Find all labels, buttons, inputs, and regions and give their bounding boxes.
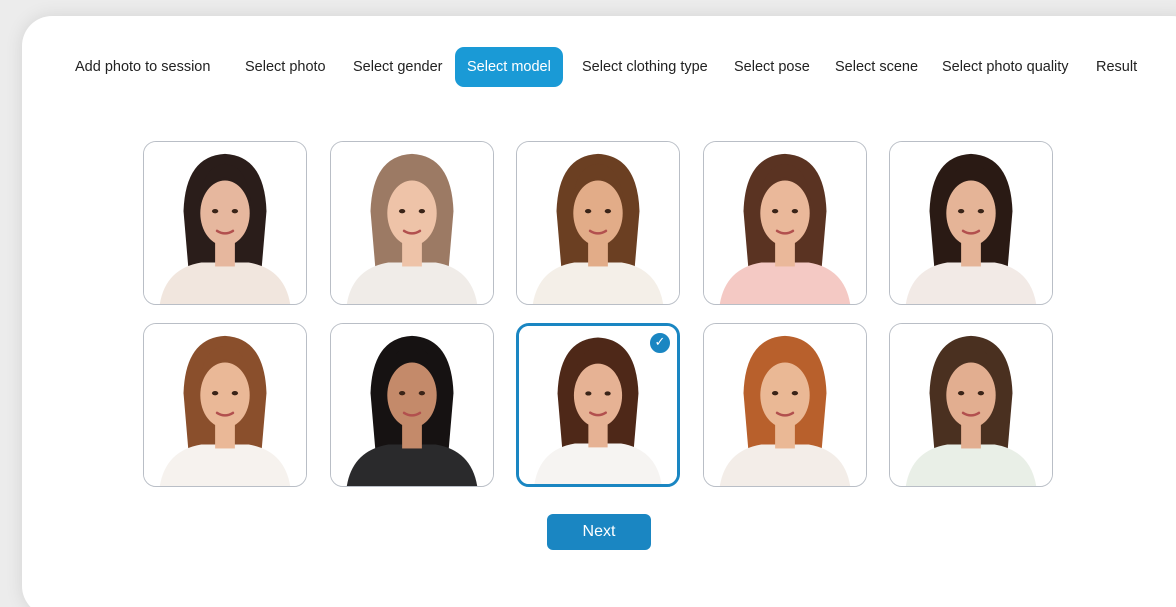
model-tile[interactable]: [703, 141, 867, 305]
step-select-photo[interactable]: Select photo: [245, 47, 326, 87]
selected-check-icon: ✓: [648, 331, 672, 355]
model-tile[interactable]: [143, 141, 307, 305]
model-tile[interactable]: [516, 141, 680, 305]
step-select-photo-quality[interactable]: Select photo quality: [942, 47, 1069, 87]
model-tile[interactable]: [889, 141, 1053, 305]
model-portrait: [331, 142, 493, 304]
step-add-photo-to-session[interactable]: Add photo to session: [75, 47, 210, 87]
model-portrait: [331, 324, 493, 486]
model-portrait: [704, 142, 866, 304]
model-tile[interactable]: [143, 323, 307, 487]
step-select-scene[interactable]: Select scene: [835, 47, 918, 87]
step-select-model[interactable]: Select model: [455, 47, 563, 87]
model-portrait: [144, 324, 306, 486]
step-select-pose[interactable]: Select pose: [734, 47, 810, 87]
model-tile[interactable]: [703, 323, 867, 487]
model-portrait: [704, 324, 866, 486]
next-button[interactable]: Next: [547, 514, 651, 550]
model-portrait: [890, 324, 1052, 486]
model-tile[interactable]: [330, 141, 494, 305]
step-result[interactable]: Result: [1096, 47, 1137, 87]
model-portrait: [517, 142, 679, 304]
model-portrait: [890, 142, 1052, 304]
model-tile[interactable]: [889, 323, 1053, 487]
model-tile[interactable]: [330, 323, 494, 487]
step-navigation: Add photo to session Select photo Select…: [0, 0, 1176, 135]
step-select-clothing-type[interactable]: Select clothing type: [582, 47, 708, 87]
step-select-gender[interactable]: Select gender: [353, 47, 442, 87]
model-portrait: [144, 142, 306, 304]
model-tile[interactable]: ✓: [516, 323, 680, 487]
